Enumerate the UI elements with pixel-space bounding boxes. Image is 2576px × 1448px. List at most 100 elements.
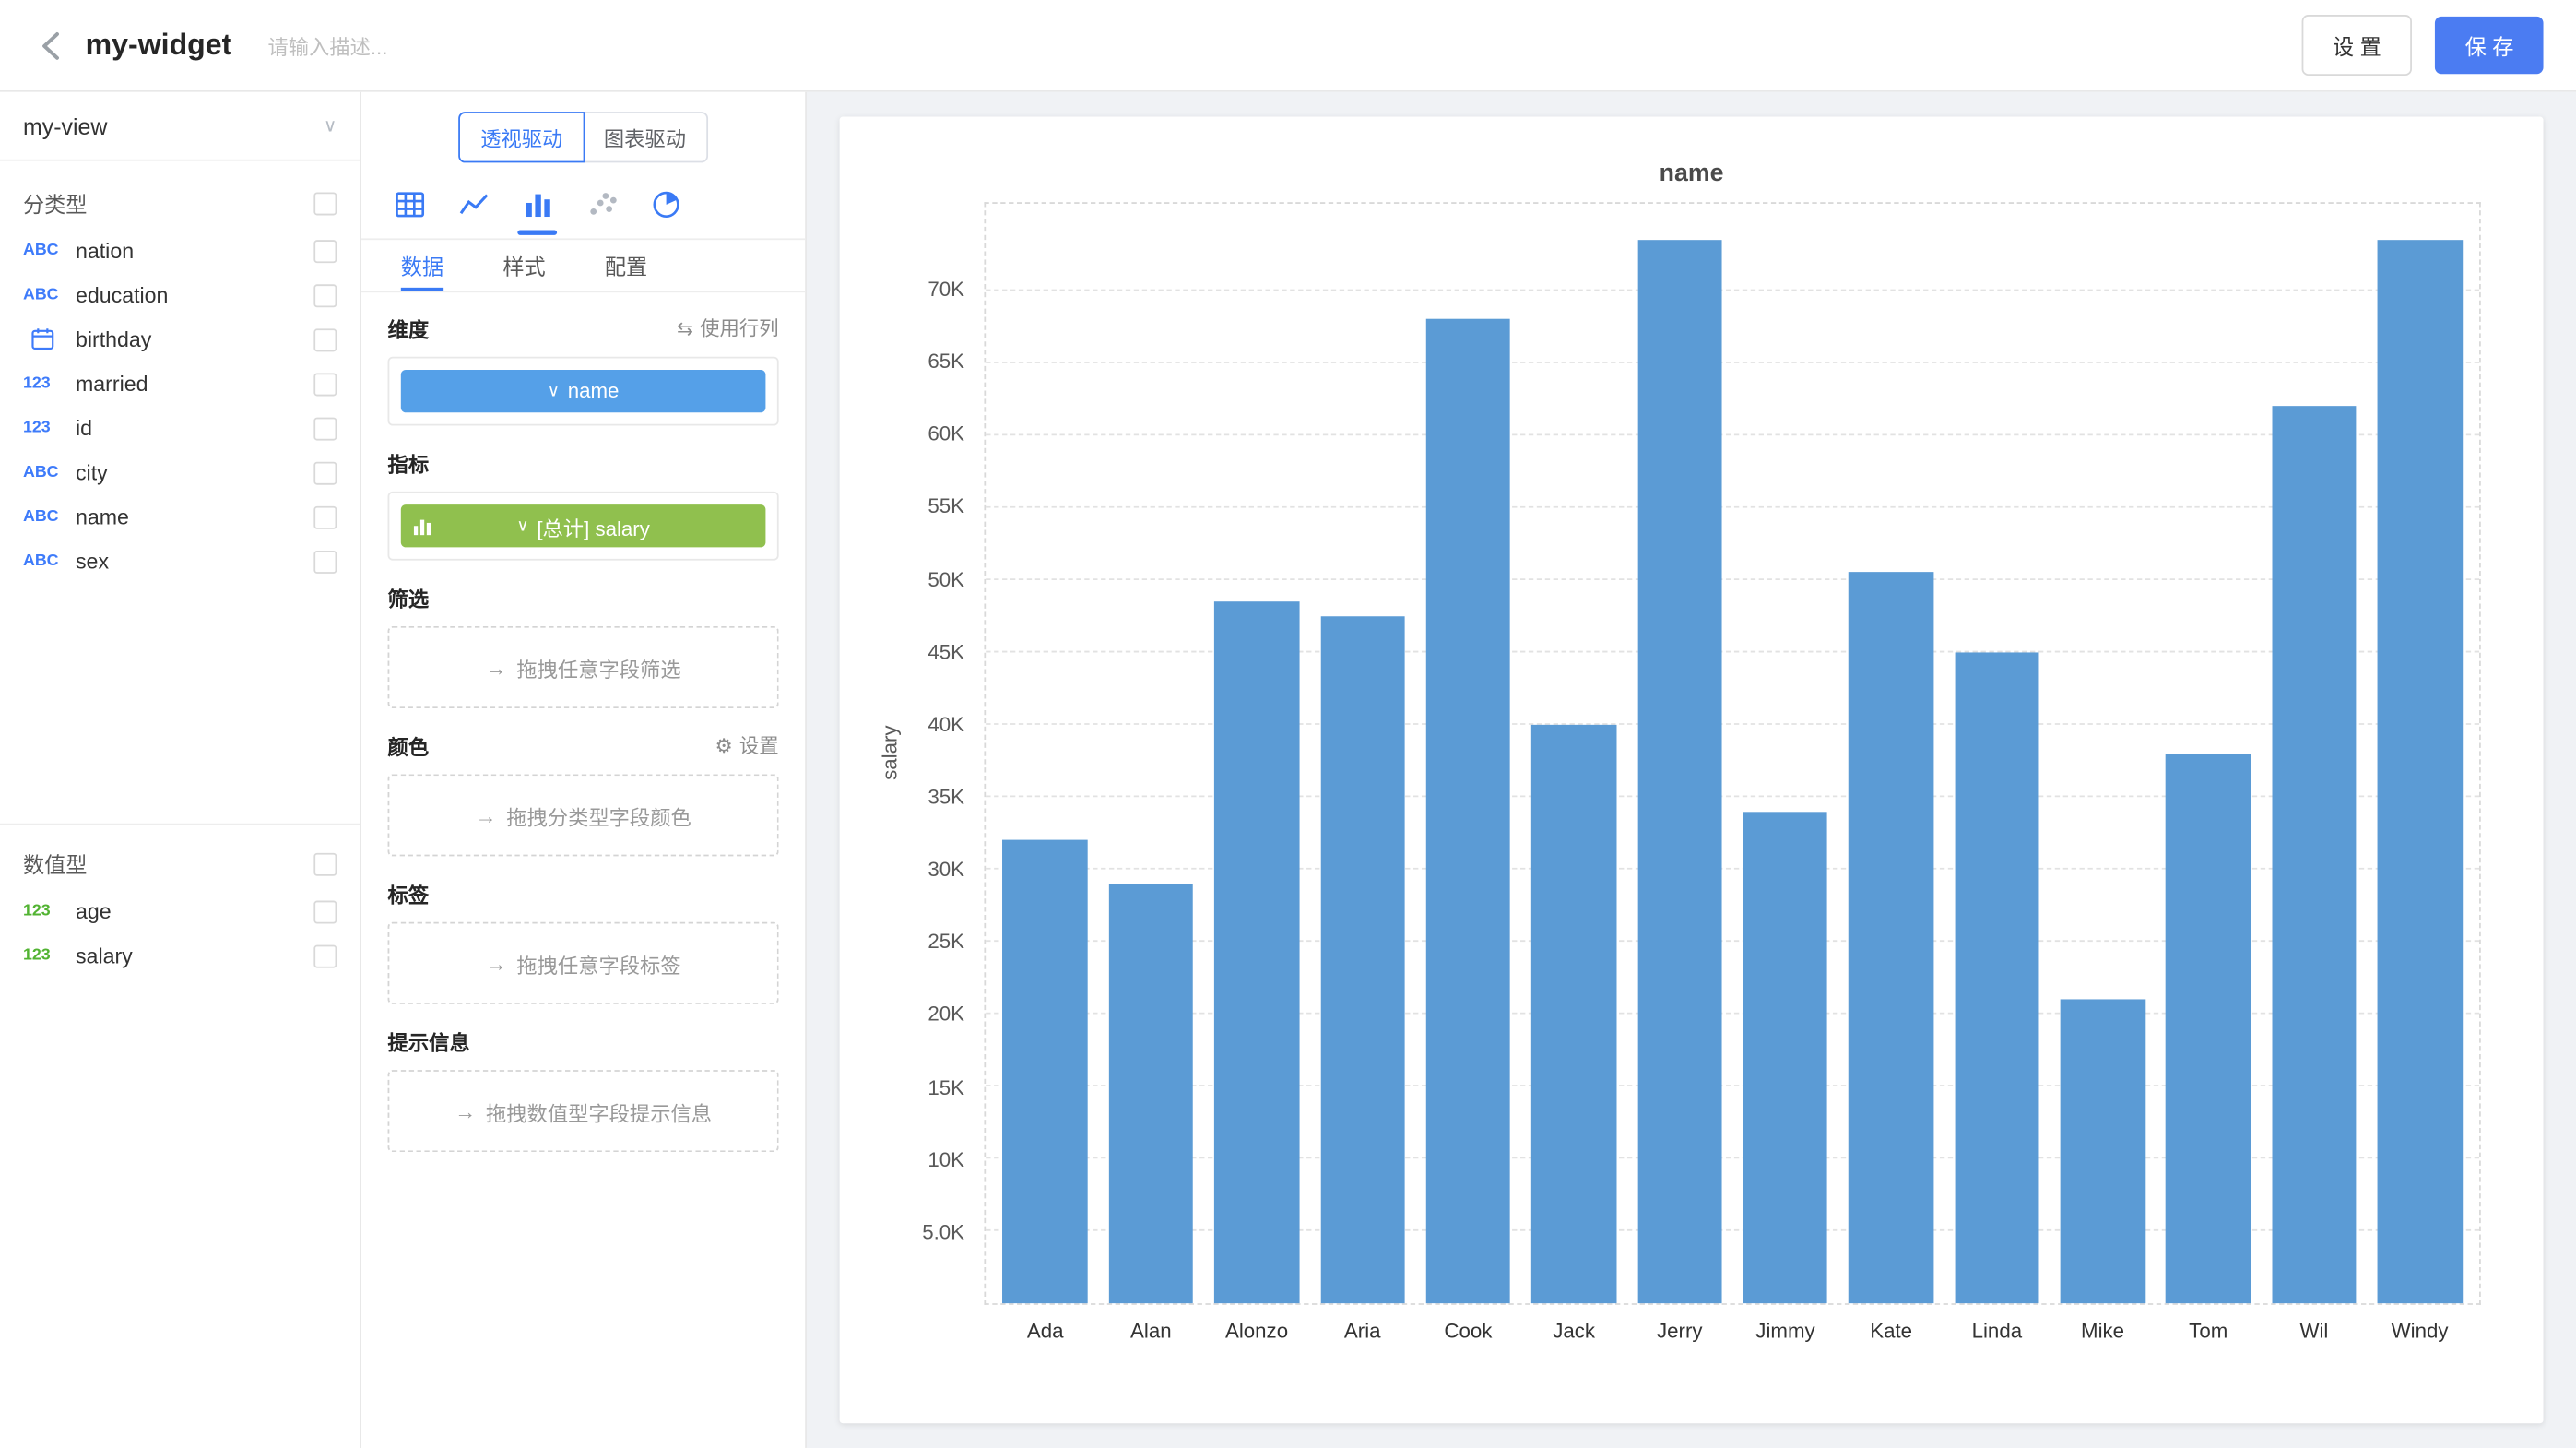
bar-mike[interactable]: Mike: [2050, 204, 2156, 1303]
field-checkbox[interactable]: [313, 283, 337, 306]
bar-windy[interactable]: Windy: [2367, 204, 2473, 1303]
field-checkbox[interactable]: [313, 944, 337, 967]
bar[interactable]: [2272, 407, 2357, 1304]
bar-jerry[interactable]: Jerry: [1626, 204, 1732, 1303]
settings-button[interactable]: 设 置: [2301, 15, 2413, 76]
field-name: id: [76, 416, 301, 441]
filter-placeholder: 拖拽任意字段筛选: [516, 652, 680, 683]
field-name: education: [76, 283, 301, 308]
bar-tom[interactable]: Tom: [2156, 204, 2262, 1303]
bar[interactable]: [1849, 573, 1933, 1303]
bar-alan[interactable]: Alan: [1098, 204, 1204, 1303]
scatter-icon[interactable]: [584, 185, 620, 221]
bar[interactable]: [2061, 1000, 2145, 1303]
bar[interactable]: [1531, 725, 1616, 1303]
bar[interactable]: [1214, 601, 1299, 1303]
dimension-pill-name[interactable]: ∨ name: [401, 370, 766, 412]
field-checkbox[interactable]: [313, 550, 337, 573]
bar-cook[interactable]: Cook: [1415, 204, 1521, 1303]
bar[interactable]: [2378, 240, 2463, 1303]
tab-style[interactable]: 样式: [502, 240, 545, 291]
group-checkbox[interactable]: [313, 852, 337, 875]
y-axis-tick: 35K: [928, 786, 964, 809]
use-rowcol-action[interactable]: ⇆ 使用行列: [677, 314, 779, 341]
bar[interactable]: [1426, 319, 1511, 1303]
y-axis-tick: 40K: [928, 713, 964, 736]
dimension-title: 维度: [388, 313, 430, 344]
bar[interactable]: [2166, 754, 2251, 1303]
field-row-id[interactable]: 123id: [0, 406, 360, 450]
field-row-nation[interactable]: ABCnation: [0, 229, 360, 273]
filter-dropzone[interactable]: → 拖拽任意字段筛选: [388, 626, 779, 708]
drag-arrow-icon: →: [455, 1098, 476, 1123]
bar[interactable]: [1320, 616, 1405, 1303]
tab-config[interactable]: 配置: [605, 240, 647, 291]
bar-ada[interactable]: Ada: [992, 204, 1098, 1303]
field-checkbox[interactable]: [313, 373, 337, 396]
table-icon[interactable]: [391, 185, 427, 221]
field-checkbox[interactable]: [313, 461, 337, 484]
bar-linda[interactable]: Linda: [1944, 204, 2050, 1303]
bar[interactable]: [1108, 884, 1193, 1303]
mode-pivot-driven[interactable]: 透视驱动: [459, 112, 584, 162]
bar-alonzo[interactable]: Alonzo: [1204, 204, 1310, 1303]
pie-chart-icon[interactable]: [647, 185, 683, 221]
bar[interactable]: [1003, 840, 1088, 1303]
field-checkbox[interactable]: [313, 239, 337, 262]
color-section: 颜色 ⚙ 设置 → 拖拽分类型字段颜色: [388, 730, 779, 856]
view-selector[interactable]: my-view ∨: [0, 92, 360, 161]
field-row-age[interactable]: 123age: [0, 889, 360, 933]
save-button[interactable]: 保 存: [2436, 17, 2544, 74]
color-settings-action[interactable]: ⚙ 设置: [715, 731, 779, 759]
field-type-badge: ABC: [23, 552, 63, 571]
field-checkbox[interactable]: [313, 417, 337, 440]
fields-sidebar: my-view ∨ 分类型ABCnationABCeducationbirthd…: [0, 92, 361, 1448]
group-checkbox[interactable]: [313, 192, 337, 215]
label-dropzone[interactable]: → 拖拽任意字段标签: [388, 922, 779, 1004]
y-axis-tick: 20K: [928, 1003, 964, 1027]
back-button[interactable]: [33, 26, 73, 65]
mode-switch: 透视驱动 图表驱动: [361, 112, 805, 162]
field-group: 数值型 123age123salary: [0, 824, 360, 979]
group-title: 数值型: [23, 849, 88, 880]
field-row-sex[interactable]: ABCsex: [0, 539, 360, 583]
field-checkbox[interactable]: [313, 505, 337, 528]
dimension-dropzone[interactable]: ∨ name: [388, 357, 779, 426]
config-panel: 透视驱动 图表驱动: [361, 92, 807, 1448]
bar-aria[interactable]: Aria: [1309, 204, 1415, 1303]
chevron-down-icon: ∨: [324, 115, 337, 136]
bar-chart-icon[interactable]: [519, 185, 555, 221]
bar-jimmy[interactable]: Jimmy: [1732, 204, 1838, 1303]
bar-kate[interactable]: Kate: [1838, 204, 1944, 1303]
line-chart-icon[interactable]: [455, 185, 491, 221]
tooltip-dropzone[interactable]: → 拖拽数值型字段提示信息: [388, 1070, 779, 1152]
field-checkbox[interactable]: [313, 900, 337, 923]
y-axis: 5.0K10K15K20K25K30K35K40K45K50K55K60K65K…: [840, 202, 985, 1305]
field-row-salary[interactable]: 123salary: [0, 933, 360, 978]
description-input[interactable]: 请输入描述...: [267, 30, 387, 61]
bar-jack[interactable]: Jack: [1521, 204, 1627, 1303]
field-row-married[interactable]: 123married: [0, 362, 360, 406]
workspace: my-view ∨ 分类型ABCnationABCeducationbirthd…: [0, 92, 2576, 1448]
dimension-pill-label: name: [568, 380, 620, 403]
y-axis-tick: 70K: [928, 278, 964, 301]
field-checkbox[interactable]: [313, 328, 337, 351]
field-row-name[interactable]: ABCname: [0, 494, 360, 539]
field-row-education[interactable]: ABCeducation: [0, 273, 360, 317]
label-placeholder: 拖拽任意字段标签: [516, 947, 680, 979]
bar-wil[interactable]: Wil: [2262, 204, 2368, 1303]
color-placeholder: 拖拽分类型字段颜色: [506, 800, 691, 831]
field-type-badge: 123: [23, 902, 63, 920]
x-axis-label: Windy: [2392, 1320, 2449, 1343]
mode-chart-driven[interactable]: 图表驱动: [583, 112, 707, 162]
measure-pill-salary[interactable]: ∨ [总计] salary: [401, 504, 766, 547]
bar[interactable]: [1743, 812, 1828, 1303]
calendar-icon: [23, 327, 63, 352]
bar[interactable]: [1637, 240, 1722, 1303]
field-row-city[interactable]: ABCcity: [0, 450, 360, 494]
field-row-birthday[interactable]: birthday: [0, 317, 360, 362]
measure-dropzone[interactable]: ∨ [总计] salary: [388, 492, 779, 561]
tab-data[interactable]: 数据: [401, 240, 443, 291]
bar[interactable]: [1955, 652, 2039, 1303]
color-dropzone[interactable]: → 拖拽分类型字段颜色: [388, 774, 779, 856]
